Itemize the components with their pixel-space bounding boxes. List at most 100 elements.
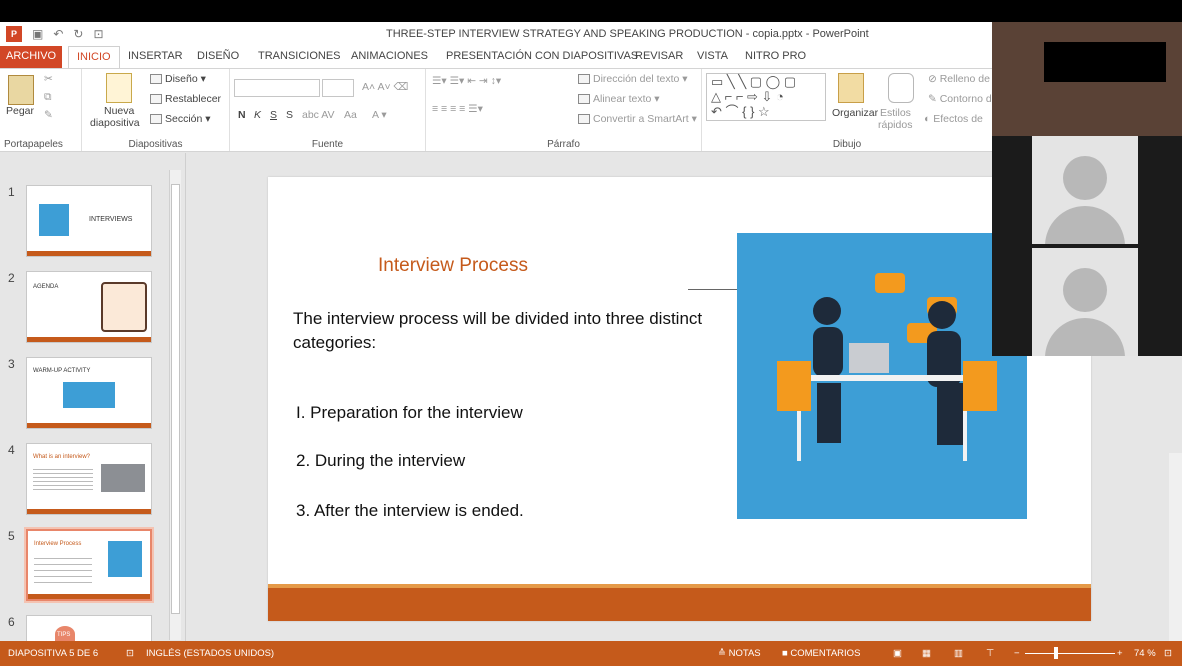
grow-font-icon[interactable]: A˄ A˅ ⌫: [362, 81, 408, 93]
align-text-icon: [578, 94, 590, 105]
participant-tile[interactable]: [1032, 136, 1138, 244]
text-direction-button[interactable]: Dirección del texto ▾: [578, 73, 688, 85]
quick-styles-button[interactable]: Estilos: [880, 107, 911, 119]
reading-view-icon[interactable]: ▥: [954, 648, 963, 659]
paste-icon[interactable]: [8, 75, 34, 105]
list-item[interactable]: 2. During the interview: [296, 451, 465, 471]
font-color-icon[interactable]: A ▾: [372, 109, 387, 121]
slide-footer-band: [268, 588, 1091, 621]
decorative-line: [688, 289, 740, 290]
avatar-icon: [1063, 268, 1107, 312]
shapes-gallery[interactable]: ▭ ╲ ╲ ▢ ◯ ▢ △ ⌐ ⌐ ⇨ ⇩ ◔ ↶ ⌒ { } ☆: [706, 73, 826, 121]
start-presentation-icon[interactable]: ⊡: [93, 27, 103, 41]
copy-icon[interactable]: ⧉: [44, 91, 52, 104]
arrange-button[interactable]: Organizar: [832, 107, 878, 119]
section-button[interactable]: Sección ▾: [150, 113, 211, 125]
comments-button[interactable]: ■ COMENTARIOS: [782, 648, 860, 659]
layout-button[interactable]: Diseño ▾: [150, 73, 206, 85]
slide-intro-text[interactable]: The interview process will be divided in…: [293, 307, 703, 355]
group-diapositivas: Nueva diapositiva Diseño ▾ Restablecer S…: [82, 69, 230, 151]
zoom-in-button[interactable]: +: [1117, 648, 1123, 659]
zoom-slider[interactable]: [1025, 653, 1115, 654]
slide-thumbnail-2[interactable]: AGENDA: [26, 271, 152, 343]
normal-view-icon[interactable]: ▣: [893, 648, 902, 659]
tab-animaciones[interactable]: ANIMACIONES: [351, 50, 428, 62]
reset-button[interactable]: Restablecer: [150, 93, 221, 105]
fit-to-window-icon[interactable]: ⊡: [1164, 648, 1172, 659]
tab-nitro-pro[interactable]: NITRO PRO: [745, 50, 806, 62]
zoom-slider-handle[interactable]: [1054, 647, 1058, 659]
man-head: [928, 301, 956, 329]
slide-thumbnail-1[interactable]: INTERVIEWS: [26, 185, 152, 257]
thumbnail-text-lines: [33, 466, 93, 492]
redo-icon[interactable]: ↻: [73, 27, 83, 41]
zoom-level[interactable]: 74 %: [1134, 648, 1156, 659]
spellcheck-icon[interactable]: ⊡: [126, 648, 134, 659]
arrange-icon[interactable]: [838, 73, 864, 103]
language-indicator[interactable]: INGLÉS (ESTADOS UNIDOS): [146, 648, 274, 659]
slideshow-icon[interactable]: ⊤: [986, 648, 994, 659]
new-slide-label[interactable]: Nueva: [104, 105, 134, 117]
slide-sorter-icon[interactable]: ▦: [922, 648, 931, 659]
tab-insertar[interactable]: INSERTAR: [128, 50, 183, 62]
group-fuente: A˄ A˅ ⌫ N K S S abc AV Aa A ▾ Fuente: [230, 69, 426, 151]
tab-revisar[interactable]: REVISAR: [635, 50, 683, 62]
interview-illustration[interactable]: [737, 233, 1027, 519]
quick-styles-button-2[interactable]: rápidos: [878, 119, 912, 131]
slide-thumbnail-5[interactable]: Interview Process: [26, 529, 152, 601]
new-slide-label-2[interactable]: diapositiva: [90, 117, 140, 129]
cut-icon[interactable]: ✂: [44, 73, 53, 85]
shape-fill-button[interactable]: ⊘ Relleno de: [928, 73, 990, 85]
font-size-select[interactable]: [322, 79, 354, 97]
slide-thumbnail-4[interactable]: What is an interview?: [26, 443, 152, 515]
new-slide-icon[interactable]: [106, 73, 132, 103]
shape-outline-button[interactable]: ✎ Contorno d: [928, 93, 992, 105]
italic-button[interactable]: K: [254, 109, 261, 121]
format-painter-icon[interactable]: ✎: [44, 109, 53, 121]
font-name-select[interactable]: [234, 79, 320, 97]
current-slide[interactable]: Interview Process The interview process …: [268, 177, 1091, 621]
layout-icon: [150, 74, 162, 85]
thumbnail-scrollbar[interactable]: [169, 170, 181, 640]
shape-effects-button[interactable]: ◐ Efectos de: [924, 113, 983, 125]
thumbnail-band: [28, 594, 150, 599]
participant-tile[interactable]: [1032, 248, 1138, 356]
undo-icon[interactable]: ↶: [53, 27, 63, 41]
list-item[interactable]: I. Preparation for the interview: [296, 403, 523, 423]
notes-button[interactable]: ≙ NOTAS: [718, 648, 761, 659]
tab-transiciones[interactable]: TRANSICIONES: [258, 50, 341, 62]
slide-thumbnail-6[interactable]: TIPS: [26, 615, 152, 642]
thumbnail-number: 2: [8, 271, 15, 285]
redacted-block: [1044, 42, 1166, 82]
tab-diseno[interactable]: DISEÑO: [197, 50, 239, 62]
align-icon[interactable]: ≡ ≡ ≡ ≡ ☰▾: [432, 103, 483, 115]
bold-button[interactable]: N: [238, 109, 246, 121]
thumbnail-band: [27, 337, 151, 342]
thumbnail-title: AGENDA: [33, 284, 59, 290]
bullets-icon[interactable]: ☰▾ ☰▾ ⇤ ⇥ ↕▾: [432, 75, 501, 87]
zoom-out-button[interactable]: −: [1014, 648, 1020, 659]
group-dibujo: ▭ ╲ ╲ ▢ ◯ ▢ △ ⌐ ⌐ ⇨ ⇩ ◔ ↶ ⌒ { } ☆ Organiza…: [702, 69, 992, 151]
spacing-icon[interactable]: abc AV: [302, 109, 335, 121]
tab-inicio[interactable]: INICIO: [68, 46, 120, 68]
slide-title[interactable]: Interview Process: [378, 255, 528, 277]
slide-thumbnail-3[interactable]: WARM-UP ACTIVITY: [26, 357, 152, 429]
thumbnail-title: TIPS: [57, 632, 71, 638]
underline-button[interactable]: S: [270, 109, 277, 121]
scrollbar-thumb[interactable]: [171, 184, 180, 614]
section-icon: [150, 114, 162, 125]
tab-archivo[interactable]: ARCHIVO: [0, 46, 63, 68]
list-item[interactable]: 3. After the interview is ended.: [296, 501, 524, 521]
window-title: THREE-STEP INTERVIEW STRATEGY AND SPEAKI…: [386, 28, 869, 40]
align-text-button[interactable]: Alinear texto ▾: [578, 93, 660, 105]
smartart-button[interactable]: Convertir a SmartArt ▾: [578, 113, 697, 125]
paste-button[interactable]: Pegar: [6, 105, 34, 117]
canvas-scrollbar[interactable]: [1169, 453, 1182, 641]
shadow-button[interactable]: S: [286, 109, 293, 121]
tab-presentacion[interactable]: PRESENTACIÓN CON DIAPOSITIVAS: [446, 50, 638, 62]
change-case-button[interactable]: Aa: [344, 109, 357, 121]
quick-styles-icon[interactable]: [888, 73, 914, 103]
tab-vista[interactable]: VISTA: [697, 50, 728, 62]
woman-body: [813, 327, 843, 377]
save-icon[interactable]: ▣: [32, 27, 43, 41]
